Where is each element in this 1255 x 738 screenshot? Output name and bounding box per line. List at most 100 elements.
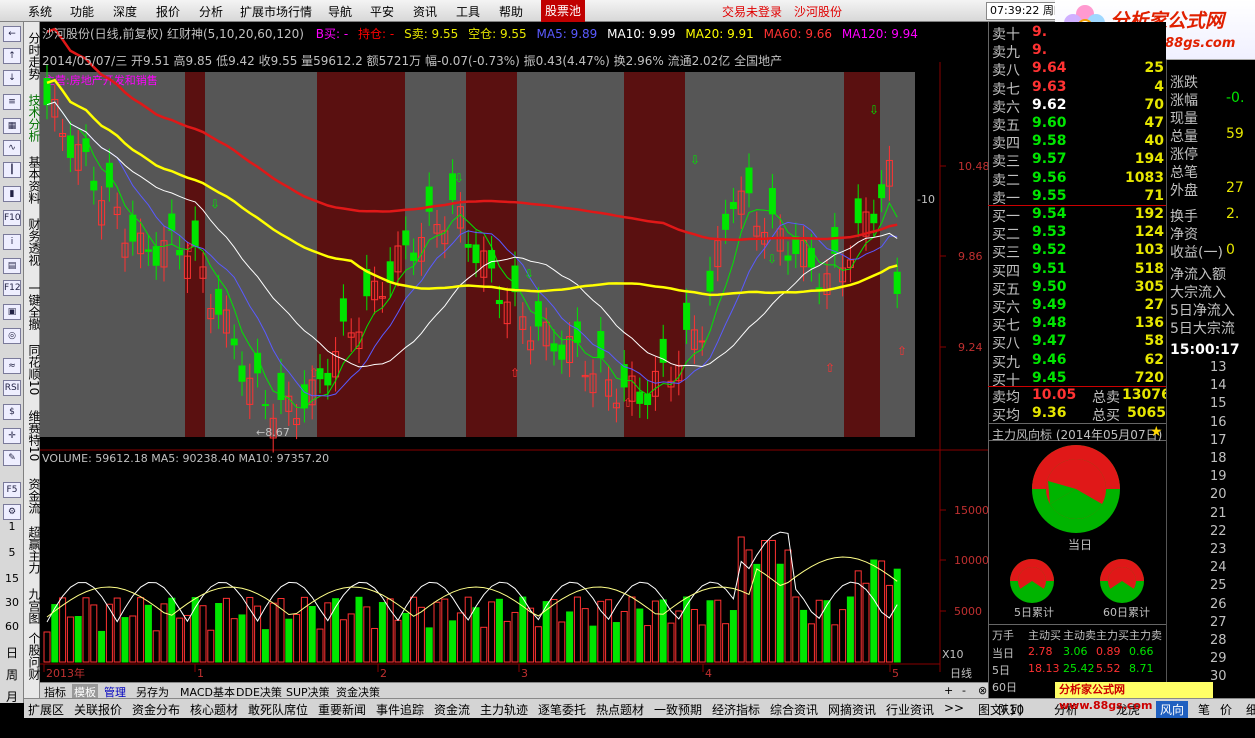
up-arrow-icon[interactable]: ↑ — [3, 48, 21, 64]
status-right-tab[interactable]: 队列 — [998, 701, 1022, 718]
trade-login-status[interactable]: 交易未登录 — [722, 3, 782, 20]
status-tab[interactable]: 行业资讯 — [886, 701, 934, 718]
tab-stock-ask[interactable]: 个股问财 — [24, 628, 41, 684]
period-60[interactable]: 60 — [0, 620, 24, 633]
period-week[interactable]: 周 — [0, 666, 24, 683]
status-tab[interactable]: 主力轨迹 — [480, 701, 528, 718]
period-month[interactable]: 月 — [0, 688, 24, 705]
buy-row[interactable]: 买一 9.54 192 — [992, 206, 1166, 225]
sell-row[interactable]: 卖九 9. — [992, 42, 1166, 61]
menu-news[interactable]: 资讯 — [413, 3, 437, 20]
f5-icon[interactable]: F5 — [3, 482, 21, 498]
sell-row[interactable]: 卖四 9.58 40 — [992, 133, 1166, 152]
tab-basic-info[interactable]: 基本资料 — [24, 152, 41, 208]
sell-row[interactable]: 卖十 9. — [992, 24, 1166, 43]
sell-row[interactable]: 卖二 9.56 1083 — [992, 170, 1166, 189]
status-tab[interactable]: 逐笔委托 — [538, 701, 586, 718]
menu-help[interactable]: 帮助 — [499, 3, 523, 20]
status-tab[interactable]: 经济指标 — [712, 701, 760, 718]
status-tab[interactable]: 资金流 — [434, 701, 470, 718]
pencil-icon[interactable]: ✎ — [3, 450, 21, 466]
status-right-tab[interactable]: 细 — [1246, 701, 1255, 718]
news-icon[interactable]: ▤ — [3, 258, 21, 274]
menu-navigation[interactable]: 导航 — [328, 3, 352, 20]
menu-tools[interactable]: 工具 — [456, 3, 480, 20]
menu-depth[interactable]: 深度 — [113, 3, 137, 20]
grid-icon[interactable]: ▣ — [3, 304, 21, 320]
status-right-tab[interactable]: 风向 — [1156, 701, 1189, 718]
sell-row[interactable]: 卖五 9.60 47 — [992, 115, 1166, 134]
status-tab[interactable]: 资金分布 — [132, 701, 180, 718]
status-tab[interactable]: 一致预期 — [654, 701, 702, 718]
settings-icon[interactable]: ⚙ — [3, 504, 21, 520]
status-tab[interactable]: 热点题材 — [596, 701, 644, 718]
buy-row[interactable]: 买八 9.47 58 — [992, 333, 1166, 352]
chart-area[interactable]: 10.48 9.86 9.24 -10 主营:房地产开发和销售 ⇧ ⇧ ⇧ ⇧ ⇧ ⇧ ⇩ ⇩ ⇩ ⇩ ⇩ ⇩ ←… — [40, 22, 990, 682]
wave-icon[interactable]: ≈ — [3, 358, 21, 374]
tab-nine-grid[interactable]: 九宫图 — [24, 584, 41, 628]
buy-row[interactable]: 买四 9.51 518 — [992, 261, 1166, 280]
line-chart-icon[interactable]: ∿ — [3, 140, 21, 156]
tab-technical[interactable]: 技术分析 — [24, 90, 41, 146]
circle-icon[interactable]: ◎ — [3, 328, 21, 344]
tab-intraday[interactable]: 分时走势 — [24, 26, 41, 86]
sell-row[interactable]: 卖一 9.55 71 — [992, 188, 1166, 207]
status-tab[interactable]: 扩展区 — [28, 701, 64, 718]
f10-icon[interactable]: F10 — [3, 210, 21, 226]
menu-extended-market[interactable]: 扩展市场行情 — [240, 3, 312, 20]
tab-super-main[interactable]: 超赢主力 — [24, 522, 41, 578]
rsi-icon[interactable]: RSI — [3, 380, 21, 396]
period-5[interactable]: 5 — [0, 546, 24, 559]
tab-weisaite10[interactable]: 维赛特10 — [24, 406, 41, 466]
candle-icon[interactable]: ▮ — [3, 186, 21, 202]
zoom-out-button[interactable]: - — [962, 684, 966, 697]
back-arrow-icon[interactable]: ← — [3, 26, 21, 42]
buy-row[interactable]: 买七 9.48 136 — [992, 315, 1166, 334]
period-day[interactable]: 日 — [0, 644, 24, 661]
tab-cancel-all[interactable]: 一键全撤 — [24, 278, 41, 334]
f12-icon[interactable]: F12 — [3, 280, 21, 296]
period-15[interactable]: 15 — [0, 572, 24, 585]
sell-row[interactable]: 卖八 9.64 25 — [992, 60, 1166, 79]
status-tab[interactable]: 综合资讯 — [770, 701, 818, 718]
status-tab[interactable]: 敢死队席位 — [248, 701, 308, 718]
zoom-in-button[interactable]: + — [944, 684, 953, 697]
menu-pingan[interactable]: 平安 — [370, 3, 394, 20]
menu-system[interactable]: 系统 — [28, 3, 52, 20]
menu-function[interactable]: 功能 — [70, 3, 94, 20]
quote-list-icon[interactable]: ≡ — [3, 94, 21, 110]
table-icon[interactable]: ▦ — [3, 118, 21, 134]
buy-row[interactable]: 买三 9.52 103 — [992, 242, 1166, 261]
tab-ths10[interactable]: 同花顺10 — [24, 342, 41, 398]
buy-row[interactable]: 买九 9.46 62 — [992, 352, 1166, 371]
kline-icon[interactable]: ┃ — [3, 162, 21, 178]
info-icon[interactable]: i — [3, 234, 21, 250]
status-tab[interactable]: 重要新闻 — [318, 701, 366, 718]
kline-chart[interactable]: 10.489.869.24-10主营:房地产开发和销售⇧⇧ ⇧⇧⇧⇧⇩⇩⇩⇩⇩⇩←… — [40, 22, 990, 682]
stock-pool-button[interactable]: 股票池 — [541, 0, 585, 22]
status-right-tab[interactable]: 笔 — [1198, 701, 1210, 718]
status-tab[interactable]: 网摘资讯 — [828, 701, 876, 718]
dollar-icon[interactable]: $ — [3, 404, 21, 420]
down-arrow-icon[interactable]: ↓ — [3, 70, 21, 86]
menu-analysis[interactable]: 分析 — [199, 3, 223, 20]
sell-row[interactable]: 卖七 9.63 4 — [992, 79, 1166, 98]
status-right-tab[interactable]: 价 — [1220, 701, 1232, 718]
status-tab[interactable]: 事件追踪 — [376, 701, 424, 718]
period-1[interactable]: 1 — [0, 520, 24, 533]
menu-quote[interactable]: 报价 — [156, 3, 180, 20]
period-30[interactable]: 30 — [0, 596, 24, 609]
sell-row[interactable]: 卖六 9.62 70 — [992, 97, 1166, 116]
move-cross-icon[interactable]: ✛ — [3, 428, 21, 444]
status-tab[interactable]: >> — [944, 701, 964, 715]
star-icon[interactable]: ★ — [1150, 424, 1163, 440]
buy-row[interactable]: 买五 9.50 305 — [992, 279, 1166, 298]
sell-row[interactable]: 卖三 9.57 194 — [992, 151, 1166, 170]
status-tab[interactable]: 关联报价 — [74, 701, 122, 718]
tab-finance[interactable]: 财务透视 — [24, 214, 41, 270]
tab-fund-flow[interactable]: 资金流 — [24, 474, 41, 518]
buy-row[interactable]: 买二 9.53 124 — [992, 224, 1166, 243]
zoom-reset-button[interactable]: ⊗ — [978, 684, 987, 697]
status-tab[interactable]: 核心题材 — [190, 701, 238, 718]
buy-row[interactable]: 买六 9.49 27 — [992, 297, 1166, 316]
